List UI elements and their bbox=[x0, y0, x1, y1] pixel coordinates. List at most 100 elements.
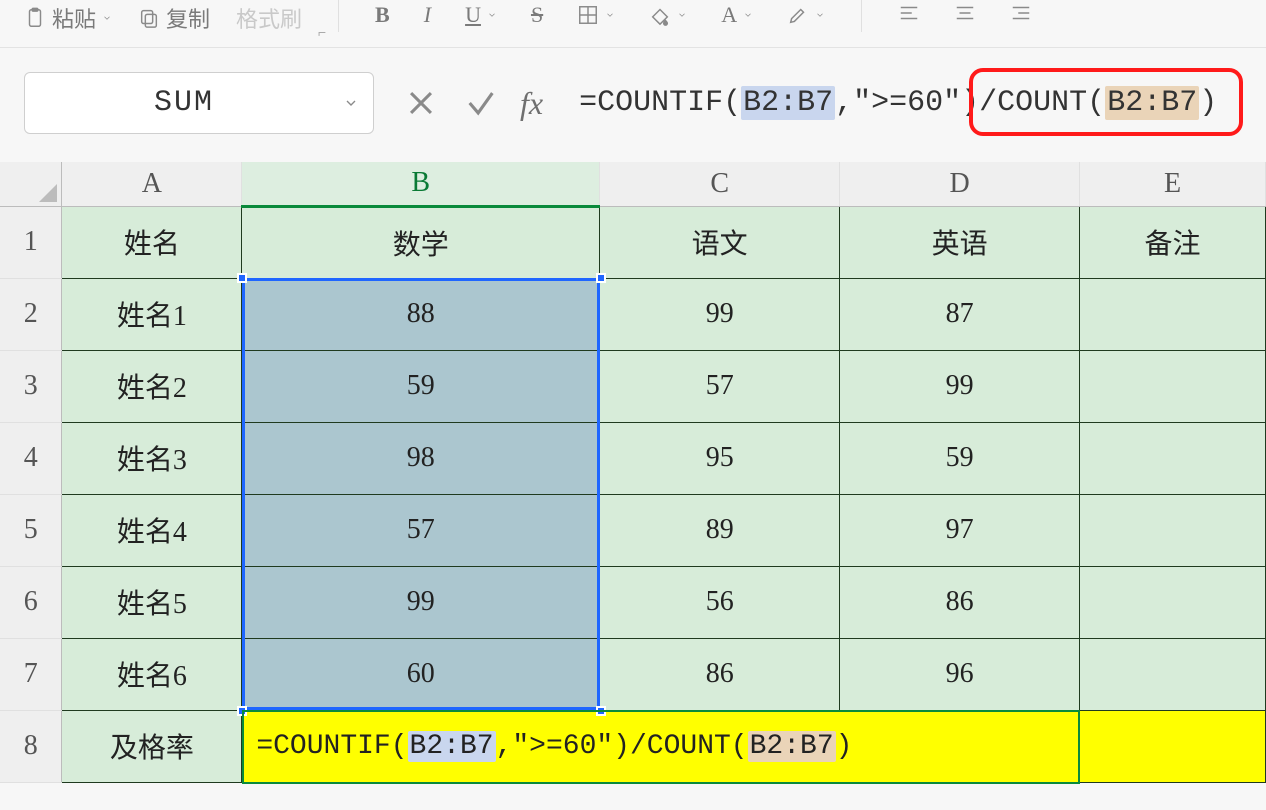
borders-icon bbox=[577, 4, 599, 26]
col-head-D[interactable]: D bbox=[840, 162, 1080, 206]
table-row: 1 姓名 数学 语文 英语 备注 bbox=[0, 206, 1266, 278]
dialog-launcher-icon[interactable]: ⌐ bbox=[318, 24, 326, 40]
paste-label: 粘贴 bbox=[52, 2, 96, 34]
cell-C2[interactable]: 99 bbox=[600, 278, 840, 350]
column-header-row: A B C D E bbox=[0, 162, 1266, 206]
formula-bar-row: SUM fx =COUNTIF(B2:B7,">=60")/COUNT(B2:B… bbox=[0, 48, 1266, 158]
cell-C1[interactable]: 语文 bbox=[600, 206, 840, 278]
chevron-down-icon bbox=[677, 10, 687, 20]
enter-button[interactable] bbox=[460, 82, 502, 124]
col-head-B[interactable]: B bbox=[242, 162, 600, 206]
table-row: 8 及格率 =COUNTIF(B2:B7,">=60")/COUNT(B2:B7… bbox=[0, 710, 1266, 782]
chevron-down-icon bbox=[743, 10, 753, 20]
cell-D7[interactable]: 96 bbox=[840, 638, 1080, 710]
paste-icon bbox=[24, 7, 46, 29]
cell-B1[interactable]: 数学 bbox=[242, 206, 600, 278]
ribbon-separator bbox=[338, 0, 339, 32]
borders-button[interactable] bbox=[571, 2, 621, 28]
cell-D6[interactable]: 86 bbox=[840, 566, 1080, 638]
chevron-down-icon bbox=[815, 10, 825, 20]
cell-E5[interactable] bbox=[1080, 494, 1266, 566]
spreadsheet-grid[interactable]: A B C D E 1 姓名 数学 语文 英语 备注 2 姓名1 88 bbox=[0, 162, 1266, 783]
align-right-icon bbox=[1010, 2, 1032, 24]
highlight-icon bbox=[787, 4, 809, 26]
cell-D5[interactable]: 97 bbox=[840, 494, 1080, 566]
cell-B2[interactable]: 88 bbox=[242, 278, 600, 350]
cell-C4[interactable]: 95 bbox=[600, 422, 840, 494]
ribbon-separator bbox=[861, 0, 862, 32]
cell-E1[interactable]: 备注 bbox=[1080, 206, 1266, 278]
copy-icon bbox=[138, 7, 160, 29]
cell-E3[interactable] bbox=[1080, 350, 1266, 422]
fill-icon bbox=[649, 4, 671, 26]
chevron-down-icon bbox=[605, 10, 615, 20]
col-head-A[interactable]: A bbox=[62, 162, 242, 206]
font-color-button[interactable]: A bbox=[715, 0, 759, 30]
cell-E2[interactable] bbox=[1080, 278, 1266, 350]
chevron-down-icon[interactable] bbox=[343, 95, 359, 111]
name-box[interactable]: SUM bbox=[24, 72, 374, 134]
cell-E7[interactable] bbox=[1080, 638, 1266, 710]
cell-A4[interactable]: 姓名3 bbox=[62, 422, 242, 494]
cell-B5[interactable]: 57 bbox=[242, 494, 600, 566]
ribbon-fragment: 粘贴 复制 格式刷 B I U S A bbox=[0, 0, 1266, 48]
align-center-icon bbox=[954, 2, 976, 24]
underline-button[interactable]: U bbox=[459, 0, 503, 30]
align-right-button[interactable] bbox=[1004, 0, 1038, 26]
row-head-6[interactable]: 6 bbox=[0, 566, 62, 638]
cell-D1[interactable]: 英语 bbox=[840, 206, 1080, 278]
cell-B7[interactable]: 60 bbox=[242, 638, 600, 710]
select-all-corner[interactable] bbox=[0, 162, 62, 206]
cell-E6[interactable] bbox=[1080, 566, 1266, 638]
col-head-E[interactable]: E bbox=[1080, 162, 1266, 206]
cell-B8-editing[interactable]: =COUNTIF(B2:B7,">=60")/COUNT(B2:B7) bbox=[242, 710, 1080, 782]
format-painter-button[interactable]: 格式刷 bbox=[230, 0, 308, 36]
row-head-3[interactable]: 3 bbox=[0, 350, 62, 422]
row-head-5[interactable]: 5 bbox=[0, 494, 62, 566]
row-head-1[interactable]: 1 bbox=[0, 206, 62, 278]
cell-A3[interactable]: 姓名2 bbox=[62, 350, 242, 422]
cell-A6[interactable]: 姓名5 bbox=[62, 566, 242, 638]
bold-button[interactable]: B bbox=[369, 0, 396, 30]
col-head-C[interactable]: C bbox=[600, 162, 840, 206]
align-left-button[interactable] bbox=[892, 0, 926, 26]
cell-B4[interactable]: 98 bbox=[242, 422, 600, 494]
fx-label[interactable]: fx bbox=[520, 85, 549, 122]
chevron-down-icon bbox=[102, 13, 112, 23]
strike-button[interactable]: S bbox=[525, 0, 549, 30]
cell-A5[interactable]: 姓名4 bbox=[62, 494, 242, 566]
cell-A2[interactable]: 姓名1 bbox=[62, 278, 242, 350]
fill-color-button[interactable] bbox=[643, 2, 693, 28]
table-row: 4 姓名3 98 95 59 bbox=[0, 422, 1266, 494]
copy-label: 复制 bbox=[166, 2, 210, 34]
table-row: 3 姓名2 59 57 99 bbox=[0, 350, 1266, 422]
align-center-button[interactable] bbox=[948, 0, 982, 26]
formula-input[interactable]: =COUNTIF(B2:B7,">=60")/COUNT(B2:B7) bbox=[575, 72, 1242, 134]
cell-C6[interactable]: 56 bbox=[600, 566, 840, 638]
cell-C3[interactable]: 57 bbox=[600, 350, 840, 422]
cell-E4[interactable] bbox=[1080, 422, 1266, 494]
copy-button[interactable]: 复制 bbox=[132, 0, 216, 36]
cell-B3[interactable]: 59 bbox=[242, 350, 600, 422]
cell-C7[interactable]: 86 bbox=[600, 638, 840, 710]
row-head-4[interactable]: 4 bbox=[0, 422, 62, 494]
paste-button[interactable]: 粘贴 bbox=[18, 0, 118, 36]
italic-button[interactable]: I bbox=[418, 0, 437, 30]
row-head-8[interactable]: 8 bbox=[0, 710, 62, 782]
cell-D4[interactable]: 59 bbox=[840, 422, 1080, 494]
cell-A1[interactable]: 姓名 bbox=[62, 206, 242, 278]
highlight-button[interactable] bbox=[781, 2, 831, 28]
name-box-value: SUM bbox=[25, 86, 343, 120]
cancel-button[interactable] bbox=[400, 82, 442, 124]
cell-B6[interactable]: 99 bbox=[242, 566, 600, 638]
row-head-7[interactable]: 7 bbox=[0, 638, 62, 710]
row-head-2[interactable]: 2 bbox=[0, 278, 62, 350]
chevron-down-icon bbox=[487, 10, 497, 20]
cell-D3[interactable]: 99 bbox=[840, 350, 1080, 422]
cell-D2[interactable]: 87 bbox=[840, 278, 1080, 350]
cell-E8[interactable] bbox=[1080, 710, 1266, 782]
table-row: 5 姓名4 57 89 97 bbox=[0, 494, 1266, 566]
cell-A8[interactable]: 及格率 bbox=[62, 710, 242, 782]
cell-C5[interactable]: 89 bbox=[600, 494, 840, 566]
cell-A7[interactable]: 姓名6 bbox=[62, 638, 242, 710]
